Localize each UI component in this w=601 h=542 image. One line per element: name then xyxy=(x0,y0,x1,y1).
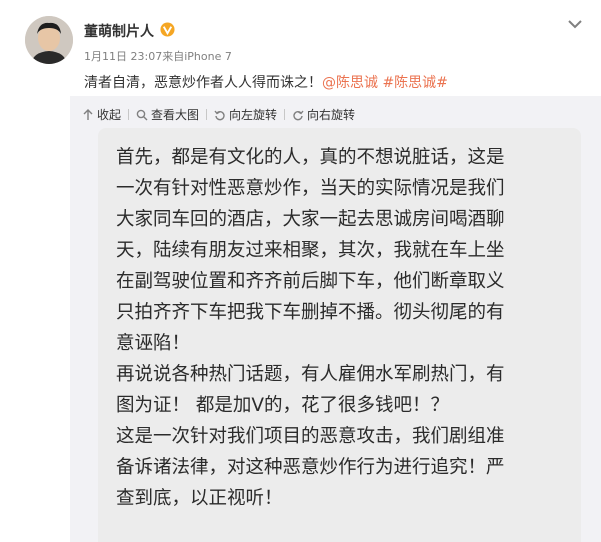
avatar[interactable] xyxy=(25,16,73,64)
username[interactable]: 董萌制片人 xyxy=(84,21,154,41)
collapse-button[interactable]: 收起 xyxy=(82,106,121,123)
statement-line: 图为证！ 都是加V的，花了很多钱吧！？ xyxy=(116,395,450,416)
view-large-button[interactable]: 查看大图 xyxy=(136,106,199,123)
toolbar-divider xyxy=(284,109,286,120)
statement-line: 天，陆续有朋友过来相聚，其次，我就在车上坐 xyxy=(116,240,505,261)
image-toolbar: 收起 查看大图 向左旋转 向右旋转 xyxy=(82,106,355,123)
rotate-right-label: 向右旋转 xyxy=(307,108,356,122)
magnifier-icon xyxy=(136,109,148,120)
avatar-photo xyxy=(25,16,73,64)
post-source: 来自iPhone 7 xyxy=(162,50,232,63)
statement-line: 一次有针对性恶意炒作，当天的实际情况是我们 xyxy=(116,178,505,199)
verified-badge-icon xyxy=(160,22,175,37)
statement-line: 备诉诸法律，对这种恶意炒作行为进行追究！严 xyxy=(116,457,505,478)
chevron-down-icon[interactable] xyxy=(567,18,583,30)
statement-line: 首先，都是有文化的人，真的不想说脏话，这是 xyxy=(116,147,505,168)
statement-line: 只拍齐齐下车把我下车删掉不播。彻头彻尾的有 xyxy=(116,302,505,323)
toolbar-divider xyxy=(206,109,208,120)
rotate-left-label: 向左旋转 xyxy=(229,108,278,122)
statement-line: 这是一次针对我们项目的恶意攻击，我们剧组准 xyxy=(116,426,505,447)
rotate-left-button[interactable]: 向左旋转 xyxy=(214,106,277,123)
statement-line: 查到底，以正视听！ xyxy=(116,488,283,509)
post-text: 清者自清，恶意炒作者人人得而诛之！@陈思诚 #陈思诚# xyxy=(84,72,448,92)
image-statement-text: 首先，都是有文化的人，真的不想说脏话，这是 一次有针对性恶意炒作，当天的实际情况… xyxy=(116,142,576,514)
view-large-label: 查看大图 xyxy=(151,108,200,122)
statement-line: 意诬陷！ xyxy=(116,333,191,354)
toolbar-divider xyxy=(128,109,130,120)
post-time[interactable]: 1月11日 23:07 xyxy=(84,50,162,63)
statement-line: 大家同车回的酒店，大家一起去思诚房间喝酒聊 xyxy=(116,209,505,230)
post-text-body: 清者自清，恶意炒作者人人得而诛之！ xyxy=(84,75,322,91)
rotate-left-icon xyxy=(214,110,225,120)
mention-link[interactable]: @陈思诚 xyxy=(322,75,378,91)
rotate-right-button[interactable]: 向右旋转 xyxy=(292,106,355,123)
post-meta: 1月11日 23:07来自iPhone 7 xyxy=(84,48,232,64)
collapse-label: 收起 xyxy=(97,108,122,122)
statement-line: 再说说各种热门话题，有人雇佣水军刷热门，有 xyxy=(116,364,505,385)
statement-line: 在副驾驶位置和齐齐前后脚下车，他们断章取义 xyxy=(116,271,505,292)
hashtag-link[interactable]: #陈思诚# xyxy=(382,75,447,91)
post-image[interactable]: 首先，都是有文化的人，真的不想说脏话，这是 一次有针对性恶意炒作，当天的实际情况… xyxy=(98,128,581,542)
collapse-arrow-icon xyxy=(83,108,93,120)
rotate-right-icon xyxy=(293,110,304,120)
